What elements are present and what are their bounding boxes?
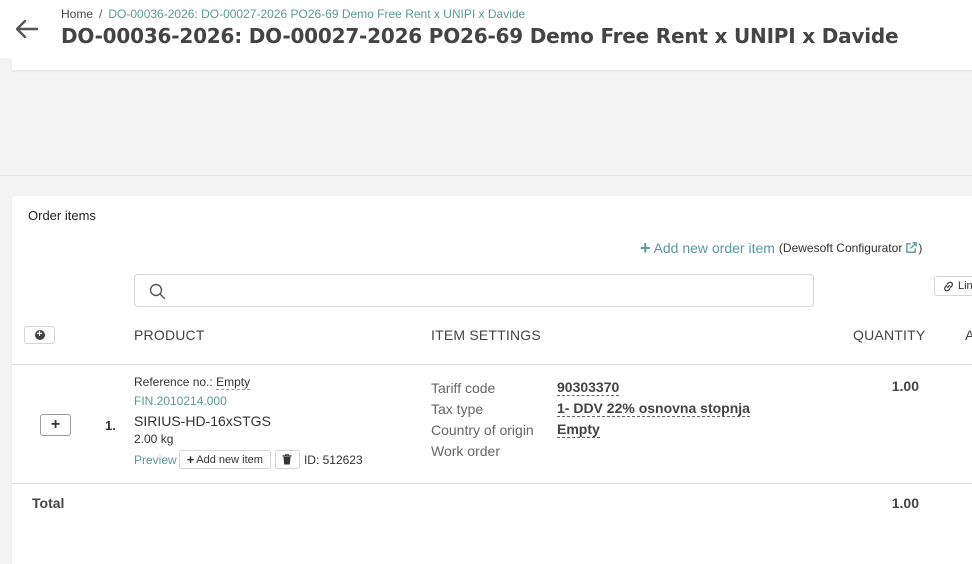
configurator-label[interactable]: (Dewesoft Configurator <box>779 241 902 255</box>
delete-button[interactable] <box>274 450 300 469</box>
setting-label: Work order <box>431 442 500 459</box>
setting-row-tariff: Tariff code 90303370 <box>431 377 750 398</box>
preview-link[interactable]: Preview <box>134 453 177 467</box>
row-divider <box>12 483 972 484</box>
link-icon <box>944 281 953 291</box>
setting-label: Country of origin <box>431 421 534 438</box>
product-name: SIRIUS-HD-16xSTGS <box>134 413 271 429</box>
setting-label: Tax type <box>431 400 484 417</box>
back-arrow-icon[interactable] <box>13 15 41 43</box>
row-number: 1. <box>105 418 116 433</box>
column-header-item-settings: ITEM SETTINGS <box>431 327 541 343</box>
add-new-order-item-link[interactable]: Add new order item <box>654 240 775 256</box>
setting-row-tax: Tax type 1- DDV 22% osnovna stopnja <box>431 398 750 419</box>
header-divider <box>12 364 972 365</box>
expand-all-button[interactable]: + <box>24 326 55 344</box>
breadcrumb-current[interactable]: DO-00036-2026: DO-00027-2026 PO26-69 Dem… <box>108 7 525 21</box>
plus-icon: + <box>186 452 195 467</box>
total-quantity: 1.00 <box>891 495 919 511</box>
column-header-amount: A <box>965 327 972 343</box>
search-icon <box>149 283 166 300</box>
reference-value[interactable]: Empty <box>216 375 251 390</box>
order-items-card: Order items + Add new order item (Deweso… <box>12 196 972 564</box>
breadcrumb-separator: / <box>99 7 103 21</box>
page-header: Home / DO-00036-2026: DO-00027-2026 PO26-6… <box>0 0 972 58</box>
item-id: ID: 512623 <box>303 452 363 467</box>
product-actions: Preview + Add new item ID: 512623 <box>134 450 363 469</box>
setting-value[interactable]: 90303370 <box>557 379 620 396</box>
total-label: Total <box>32 495 65 511</box>
configurator-note: (Dewesoft Configurator) <box>779 241 922 255</box>
page-title: DO-00036-2026: DO-00027-2026 PO26-69 Dem… <box>61 24 899 48</box>
link-button-label: Lin <box>958 280 972 292</box>
details-card-bottom <box>12 58 972 71</box>
section-divider <box>0 175 972 176</box>
item-quantity[interactable]: 1.00 <box>872 378 919 394</box>
setting-row-country: Country of origin Empty <box>431 419 750 440</box>
external-link-icon[interactable] <box>905 241 918 254</box>
product-code-link[interactable]: FIN.2010214.000 <box>134 394 363 408</box>
reference-line: Reference no.: Empty <box>134 375 363 390</box>
item-settings-cell: Tariff code 90303370 Tax type 1- DDV 22%… <box>431 377 750 461</box>
order-items-title: Order items <box>28 208 96 223</box>
breadcrumb: Home / DO-00036-2026: DO-00027-2026 PO26-6… <box>61 7 525 21</box>
add-new-item-label: Add new item <box>196 453 263 466</box>
reference-label: Reference no.: <box>134 375 213 389</box>
plus-icon[interactable]: + <box>640 239 651 257</box>
product-cell: Reference no.: Empty FIN.2010214.000 SIR… <box>134 375 363 469</box>
setting-row-work-order: Work order <box>431 440 750 461</box>
add-order-item-area: + Add new order item (Dewesoft Configura… <box>640 239 922 257</box>
breadcrumb-home[interactable]: Home <box>61 7 93 21</box>
search-input[interactable] <box>175 281 795 301</box>
row-expand-button[interactable]: + <box>40 414 71 436</box>
trash-icon <box>282 454 292 465</box>
setting-value[interactable]: 1- DDV 22% osnovna stopnja <box>557 400 750 417</box>
search-box <box>134 274 814 307</box>
column-header-product: PRODUCT <box>134 327 205 343</box>
setting-value[interactable]: Empty <box>557 421 600 438</box>
configurator-close: ) <box>918 241 923 255</box>
add-new-item-button[interactable]: + Add new item <box>178 450 271 469</box>
column-header-quantity: QUANTITY <box>853 327 926 343</box>
product-weight: 2.00 kg <box>134 432 174 446</box>
setting-label: Tariff code <box>431 379 496 396</box>
plus-circle-icon: + <box>34 330 45 340</box>
link-button[interactable]: Lin <box>934 276 972 296</box>
